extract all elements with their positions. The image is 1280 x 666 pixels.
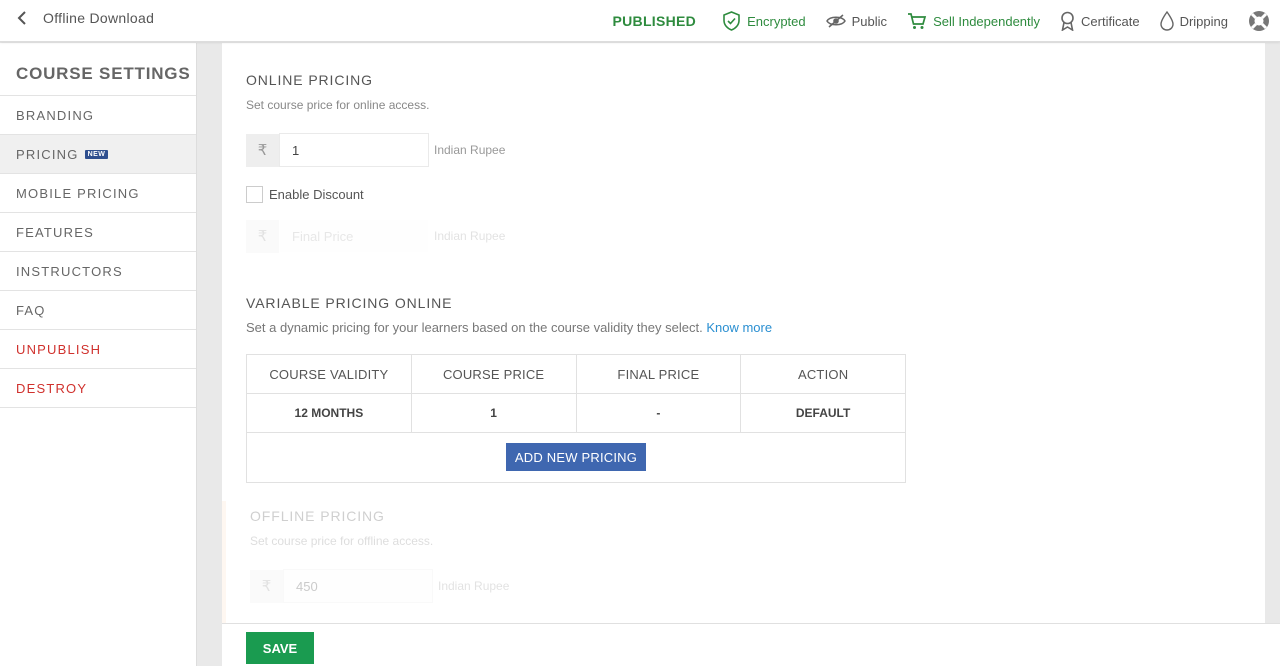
new-badge: NEW — [84, 149, 109, 159]
offline-price-row: ₹ Indian Rupee — [250, 569, 509, 603]
know-more-link[interactable]: Know more — [706, 320, 772, 335]
published-status: PUBLISHED — [612, 13, 697, 29]
column-header: COURSE VALIDITY — [247, 355, 412, 393]
offline-pricing-description: Set course price for offline access. — [250, 534, 434, 548]
sidebar-item-unpublish[interactable]: UNPUBLISH — [0, 330, 196, 369]
add-new-pricing-button[interactable]: ADD NEW PRICING — [506, 443, 646, 471]
sell-independently-label: Sell Independently — [933, 13, 1041, 29]
online-price-input[interactable] — [279, 133, 429, 167]
sidebar-item-pricing[interactable]: PRICING NEW — [0, 135, 196, 174]
sidebar-item-faq[interactable]: FAQ — [0, 291, 196, 330]
sidebar-item-label: FEATURES — [16, 224, 94, 240]
final-price-row: ₹ Indian Rupee — [246, 219, 505, 253]
currency-label: Indian Rupee — [434, 143, 506, 157]
sidebar-item-destroy[interactable]: DESTROY — [0, 369, 196, 408]
sell-independently-toggle[interactable]: Sell Independently — [907, 12, 1040, 30]
sidebar-item-label: INSTRUCTORS — [16, 263, 123, 279]
currency-label: Indian Rupee — [434, 229, 506, 243]
dripping-toggle[interactable]: Dripping — [1159, 11, 1228, 31]
currency-label: Indian Rupee — [438, 579, 510, 593]
online-price-row: ₹ Indian Rupee — [246, 133, 505, 167]
offline-pricing-title: OFFLINE PRICING — [250, 508, 385, 524]
checkbox-box[interactable] — [246, 186, 263, 203]
sidebar-item-label: BRANDING — [16, 107, 95, 123]
online-pricing-description: Set course price for online access. — [246, 98, 430, 112]
table-cell: - — [577, 394, 742, 432]
drop-icon — [1159, 11, 1174, 31]
sidebar-item-instructors[interactable]: INSTRUCTORS — [0, 252, 196, 291]
table-cell: 12 MONTHS — [247, 394, 412, 432]
shield-check-icon — [723, 11, 740, 31]
rupee-icon: ₹ — [246, 219, 279, 253]
enable-discount-label: Enable Discount — [269, 187, 364, 202]
column-header: FINAL PRICE — [577, 355, 742, 393]
public-label: Public — [851, 13, 888, 29]
enable-discount-checkbox[interactable]: Enable Discount — [246, 186, 364, 203]
table-cell: 1 — [412, 394, 577, 432]
sidebar-item-label: UNPUBLISH — [16, 341, 102, 357]
offline-price-input — [283, 569, 433, 603]
offline-pricing-section: OFFLINE PRICING Set course price for off… — [222, 501, 1265, 623]
certificate-toggle[interactable]: Certificate — [1060, 11, 1140, 31]
chevron-left-icon — [17, 11, 26, 25]
certificate-label: Certificate — [1081, 13, 1140, 29]
column-header: ACTION — [797, 366, 849, 382]
dripping-label: Dripping — [1179, 13, 1228, 29]
rupee-icon: ₹ — [246, 133, 279, 167]
sidebar-item-branding[interactable]: BRANDING — [0, 96, 196, 135]
pricing-panel: ONLINE PRICING Set course price for onli… — [222, 43, 1265, 623]
rupee-icon: ₹ — [250, 569, 283, 603]
variable-pricing-description: Set a dynamic pricing for your learners … — [246, 320, 772, 335]
table-row: 12 MONTHS 1 - DEFAULT — [247, 394, 905, 433]
encrypted-toggle[interactable]: Encrypted — [722, 11, 806, 31]
table-actions: ADD NEW PRICING — [247, 433, 905, 482]
back-label: Offline Download — [43, 10, 155, 26]
footer-bar: SAVE — [222, 623, 1280, 666]
sidebar-item-label: FAQ — [16, 302, 46, 318]
ribbon-icon — [1061, 11, 1074, 31]
sidebar-item-features[interactable]: FEATURES — [0, 213, 196, 252]
sidebar-title: COURSE SETTINGS — [0, 43, 196, 96]
cart-icon — [908, 13, 927, 29]
save-button[interactable]: SAVE — [246, 632, 314, 664]
variable-pricing-table: COURSE VALIDITY COURSE PRICE FINAL PRICE… — [246, 354, 906, 483]
column-header: COURSE PRICE — [412, 355, 577, 393]
variable-pricing-title: VARIABLE PRICING ONLINE — [246, 295, 453, 311]
encrypted-label: Encrypted — [747, 13, 806, 29]
settings-sidebar: COURSE SETTINGS BRANDING PRICING NEW MOB… — [0, 43, 197, 666]
eye-slash-icon — [825, 14, 846, 28]
final-price-input — [279, 219, 429, 253]
table-header-row: COURSE VALIDITY COURSE PRICE FINAL PRICE… — [247, 355, 905, 394]
public-toggle[interactable]: Public — [825, 13, 888, 29]
course-status-bar: PUBLISHED Encrypted Public Sell Independ… — [612, 0, 1270, 42]
top-bar: Offline Download PUBLISHED Encrypted Pub… — [0, 0, 1280, 42]
sidebar-item-label: MOBILE PRICING — [16, 185, 140, 201]
sidebar-item-label: DESTROY — [16, 380, 88, 396]
variable-pricing-description-text: Set a dynamic pricing for your learners … — [246, 320, 703, 335]
table-cell: DEFAULT — [795, 406, 851, 420]
sidebar-item-mobile-pricing[interactable]: MOBILE PRICING — [0, 174, 196, 213]
back-button[interactable]: Offline Download — [16, 10, 154, 26]
sidebar-item-label: PRICING — [16, 146, 79, 162]
lifebuoy-icon[interactable] — [1248, 10, 1270, 32]
online-pricing-title: ONLINE PRICING — [246, 72, 373, 88]
